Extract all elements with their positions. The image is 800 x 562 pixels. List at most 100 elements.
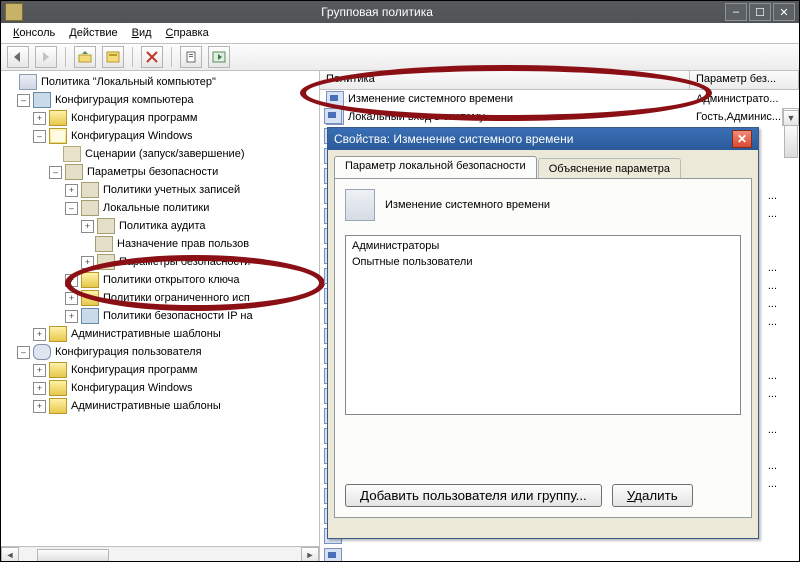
tree-admtpl[interactable]: Административные шаблоны: [71, 328, 221, 340]
folder-open-icon: [49, 128, 67, 144]
folder-icon: [49, 398, 67, 414]
expander-icon[interactable]: +: [33, 400, 46, 413]
tree-secopt[interactable]: Параметры безопасности: [119, 256, 250, 268]
expander-icon[interactable]: +: [65, 184, 78, 197]
dialog-close-button[interactable]: ✕: [732, 130, 752, 148]
list-row[interactable]: Локальный вход в систему Гость,Админис..…: [320, 108, 799, 126]
expander-icon[interactable]: +: [33, 112, 46, 125]
tree-local[interactable]: Локальные политики: [103, 202, 209, 214]
tab-local-security[interactable]: Параметр локальной безопасности: [334, 156, 537, 178]
dialog-title: Свойства: Изменение системного времени: [334, 132, 573, 146]
folder-icon: [49, 110, 67, 126]
tree-sec[interactable]: Параметры безопасности: [87, 166, 218, 178]
scroll-right-icon[interactable]: ►: [301, 547, 319, 562]
tab-explain[interactable]: Объяснение параметра: [538, 158, 681, 178]
menu-action[interactable]: Действие: [63, 25, 123, 41]
folder-icon: [97, 254, 115, 270]
tree-audit[interactable]: Политика аудита: [119, 220, 205, 232]
tree-user-conf[interactable]: Конфигурация пользователя: [55, 346, 202, 358]
properties-dialog: Свойства: Изменение системного времени ✕…: [327, 127, 759, 539]
tree-acct[interactable]: Политики учетных записей: [103, 184, 240, 196]
policy-root-icon: [19, 74, 37, 90]
expander-icon[interactable]: –: [17, 346, 30, 359]
toolbar: [1, 44, 799, 71]
expander-icon[interactable]: +: [65, 292, 78, 305]
tree-u-admtpl[interactable]: Административные шаблоны: [71, 400, 221, 412]
tree-scripts[interactable]: Сценарии (запуск/завершение): [85, 148, 244, 160]
tree-restr[interactable]: Политики ограниченного исп: [103, 292, 250, 304]
tree-comp-conf[interactable]: Конфигурация компьютера: [55, 94, 193, 106]
toolbar-show-button[interactable]: [102, 46, 124, 68]
expander-icon[interactable]: +: [65, 274, 78, 287]
folder-icon: [97, 218, 115, 234]
row-setting: Администрато...: [690, 93, 799, 105]
tree-u-win[interactable]: Конфигурация Windows: [71, 382, 193, 394]
tree-ipsec[interactable]: Политики безопасности IP на: [103, 310, 253, 322]
col-policy[interactable]: Политика: [320, 71, 690, 89]
add-user-label-rest: обавить пользователя или группу...: [369, 488, 587, 503]
tree-hscrollbar[interactable]: ◄ ►: [1, 546, 319, 562]
list-item[interactable]: Администраторы: [352, 240, 734, 256]
policy-icon: [326, 91, 344, 107]
expander-icon[interactable]: +: [33, 382, 46, 395]
close-button[interactable]: ✕: [773, 3, 795, 21]
expander-icon[interactable]: +: [81, 256, 94, 269]
tree-root[interactable]: Политика "Локальный компьютер": [41, 76, 216, 88]
list-vscrollbar[interactable]: ▲ ▼: [782, 108, 799, 126]
scroll-thumb[interactable]: [37, 549, 109, 562]
menu-console[interactable]: Консоль: [7, 25, 61, 41]
user-icon: [33, 344, 51, 360]
expander-icon[interactable]: –: [17, 94, 30, 107]
add-user-button[interactable]: Добавить пользователя или группу...: [345, 484, 602, 507]
expander-icon[interactable]: –: [49, 166, 62, 179]
ipsec-icon: [81, 308, 99, 324]
users-listbox[interactable]: Администраторы Опытные пользователи: [345, 235, 741, 415]
expander-icon[interactable]: +: [65, 310, 78, 323]
row-policy: Локальный вход в систему: [348, 111, 485, 123]
menu-console-label: онсоль: [19, 27, 55, 39]
toolbar-properties-button[interactable]: [180, 46, 202, 68]
tree-win-conf[interactable]: Конфигурация Windows: [71, 130, 193, 142]
menu-view[interactable]: Вид: [126, 25, 158, 41]
tree-rights[interactable]: Назначение прав пользов: [117, 238, 249, 250]
tree-pane: Политика "Локальный компьютер" – Конфигур…: [1, 71, 320, 562]
menu-help[interactable]: Справка: [160, 25, 215, 41]
toolbar-back-button[interactable]: [7, 46, 29, 68]
folder-icon: [95, 236, 113, 252]
scroll-thumb[interactable]: [784, 122, 798, 158]
menubar: Консоль Действие Вид Справка: [1, 23, 799, 44]
toolbar-export-button[interactable]: [208, 46, 230, 68]
window-title: Групповая политика: [29, 5, 725, 19]
maximize-button[interactable]: ☐: [749, 3, 771, 21]
dialog-pane: Изменение системного времени Администрат…: [334, 178, 752, 518]
list-item[interactable]: Опытные пользователи: [352, 256, 734, 272]
folder-icon: [81, 200, 99, 216]
expander-icon[interactable]: +: [33, 328, 46, 341]
scroll-down-icon[interactable]: ▼: [783, 110, 799, 126]
dialog-titlebar[interactable]: Свойства: Изменение системного времени ✕: [328, 128, 758, 150]
tree-soft-conf[interactable]: Конфигурация программ: [71, 112, 197, 124]
computer-icon: [33, 92, 51, 108]
toolbar-up-button[interactable]: [74, 46, 96, 68]
folder-icon: [49, 326, 67, 342]
minimize-button[interactable]: –: [725, 3, 747, 21]
folder-icon: [81, 182, 99, 198]
list-row[interactable]: Изменение системного времени Администрат…: [320, 90, 799, 108]
folder-icon: [49, 380, 67, 396]
list-header: Политика Параметр без...: [320, 71, 799, 90]
security-icon: [65, 164, 83, 180]
col-setting[interactable]: Параметр без...: [690, 71, 799, 89]
tree-pubkey[interactable]: Политики открытого ключа: [103, 274, 239, 286]
expander-icon[interactable]: +: [81, 220, 94, 233]
tree-u-soft[interactable]: Конфигурация программ: [71, 364, 197, 376]
dialog-desc: Изменение системного времени: [385, 199, 550, 211]
script-icon: [63, 146, 81, 162]
delete-button[interactable]: Удалить: [612, 484, 693, 507]
app-icon: [5, 3, 23, 21]
scroll-left-icon[interactable]: ◄: [1, 547, 19, 562]
expander-icon[interactable]: –: [33, 130, 46, 143]
toolbar-delete-button[interactable]: [141, 46, 163, 68]
expander-icon[interactable]: +: [33, 364, 46, 377]
expander-icon[interactable]: –: [65, 202, 78, 215]
toolbar-forward-button[interactable]: [35, 46, 57, 68]
